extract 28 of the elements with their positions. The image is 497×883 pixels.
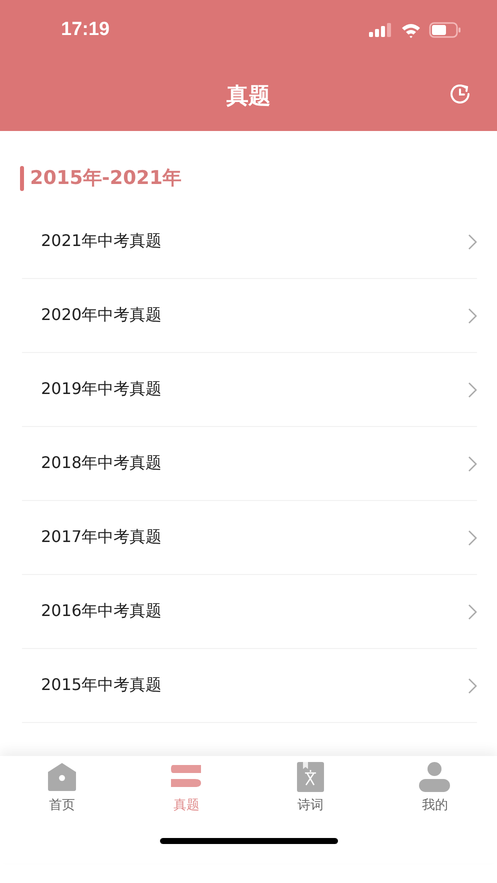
wifi-icon bbox=[401, 22, 421, 38]
exam-list-item[interactable]: 2018年中考真题 bbox=[22, 427, 477, 501]
chevron-icon bbox=[468, 604, 477, 620]
tab-item[interactable]: 诗词 bbox=[248, 762, 373, 814]
chevron-icon bbox=[468, 382, 477, 398]
tab-item[interactable]: 我的 bbox=[372, 762, 497, 814]
exam-list-item[interactable]: 2020年中考真题 bbox=[22, 279, 477, 353]
history-icon[interactable] bbox=[449, 83, 471, 105]
section-title: 2015年-2021年 bbox=[30, 166, 182, 191]
exam-list-item[interactable]: 2019年中考真题 bbox=[22, 353, 477, 427]
signal-icon bbox=[369, 23, 393, 37]
person-icon bbox=[419, 762, 450, 792]
exam-list-item[interactable]: 2015年中考真题 bbox=[22, 649, 477, 723]
page-title: 真题 bbox=[226, 82, 270, 110]
exam-list-item[interactable]: 2016年中考真题 bbox=[22, 575, 477, 649]
home-icon bbox=[47, 762, 78, 792]
battery-icon bbox=[429, 22, 461, 38]
tab-item[interactable]: 首页 bbox=[0, 762, 124, 814]
chevron-icon bbox=[468, 308, 477, 324]
chevron-icon bbox=[468, 678, 477, 694]
exam-list-item[interactable]: 2017年中考真题 bbox=[22, 501, 477, 575]
section-marker bbox=[20, 166, 24, 190]
chevron-icon bbox=[468, 456, 477, 472]
chevron-icon bbox=[468, 530, 477, 546]
book-icon bbox=[297, 762, 324, 792]
chevron-icon bbox=[468, 234, 477, 250]
exam-list-item[interactable]: 2021年中考真题 bbox=[22, 205, 477, 279]
status-time: 17:19 bbox=[61, 19, 110, 41]
